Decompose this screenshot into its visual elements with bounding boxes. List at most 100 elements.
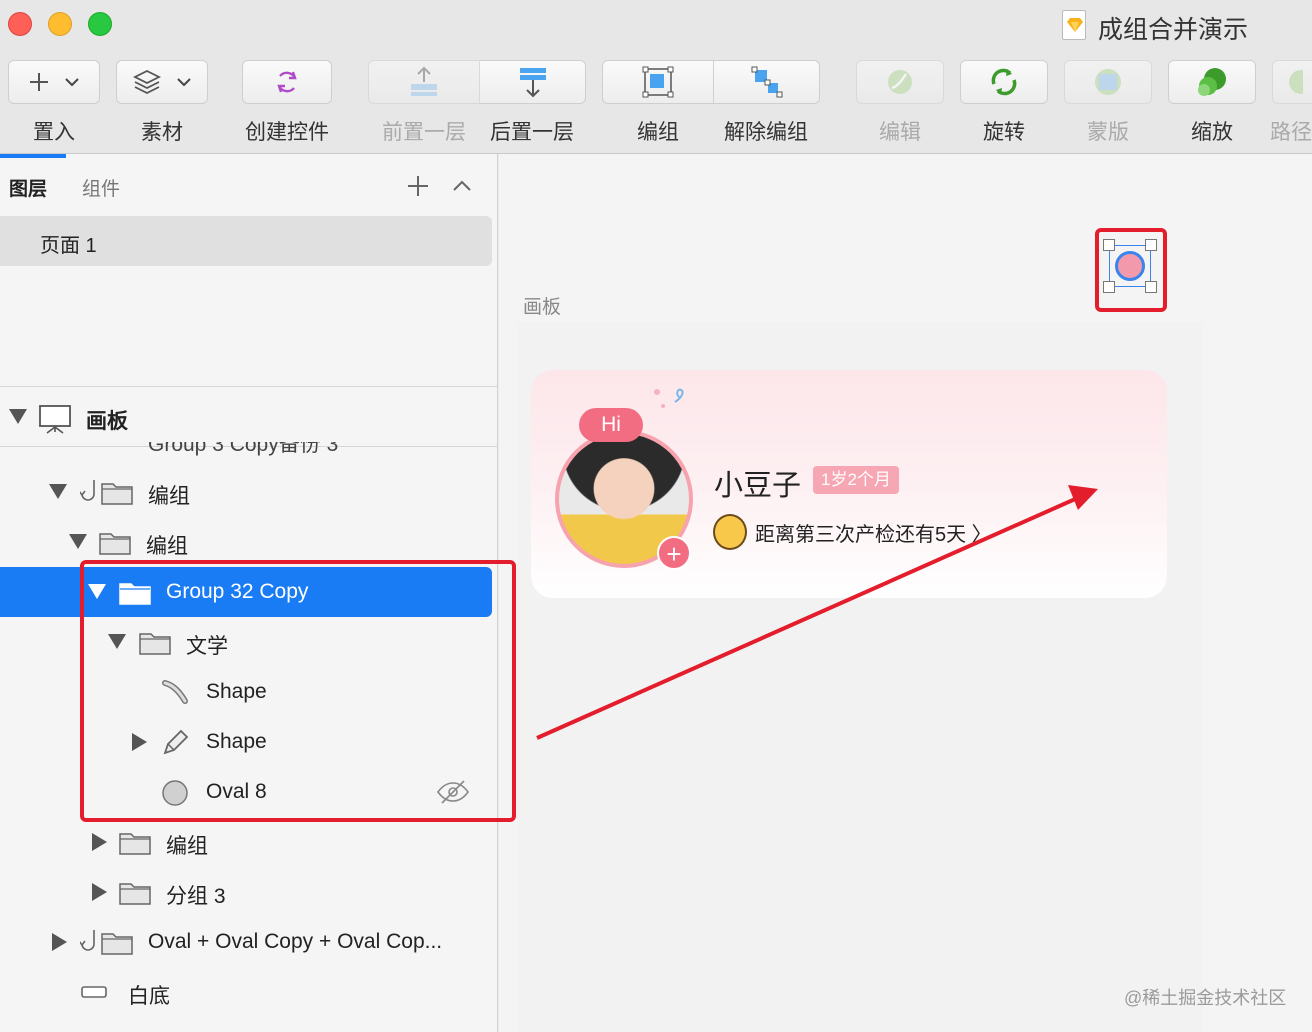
minimize-window-button[interactable] <box>48 12 72 36</box>
chevron-down-icon <box>65 78 79 87</box>
folder-icon <box>99 533 131 555</box>
add-page-plus-icon[interactable] <box>406 174 430 198</box>
group-button[interactable] <box>602 60 714 104</box>
bring-forward-label: 前置一层 <box>382 121 466 144</box>
disclosure-triangle-icon[interactable] <box>92 883 107 901</box>
disclosure-triangle-icon[interactable] <box>88 584 106 599</box>
artboard[interactable]: Hi + 小豆子 1岁2个月 距离第三次产检还有5天 〉 <box>517 322 1203 1032</box>
resize-handle[interactable] <box>1103 281 1115 293</box>
resize-handle[interactable] <box>1145 281 1157 293</box>
resize-handle[interactable] <box>1145 239 1157 251</box>
window-title: 成组合并演示 <box>1098 16 1249 44</box>
mask-label: 蒙版 <box>1087 121 1129 144</box>
assets-button[interactable] <box>116 60 208 104</box>
divider <box>0 386 497 387</box>
artboard-icon <box>39 405 71 434</box>
group-icon <box>642 66 674 98</box>
close-window-button[interactable] <box>8 12 32 36</box>
mask-indicator-icon <box>80 930 95 951</box>
resize-handle[interactable] <box>1103 239 1115 251</box>
clipped-layer-name: Group 3 Copy备份 3 <box>148 442 339 456</box>
collapse-chevron-up-icon[interactable] <box>452 174 472 198</box>
ungroup-button[interactable] <box>714 60 820 104</box>
send-backward-label: 后置一层 <box>490 121 574 144</box>
edit-button[interactable] <box>856 60 944 104</box>
add-photo-button[interactable]: + <box>657 536 691 570</box>
path-button[interactable] <box>1272 60 1312 104</box>
layer-row-white-bg[interactable]: 白底 <box>0 967 497 1017</box>
hidden-eye-icon[interactable] <box>436 778 470 806</box>
curved-shape-icon <box>162 680 188 704</box>
layer-row-shape-1[interactable]: Shape <box>0 667 497 717</box>
layer-row-group-3[interactable]: 分组 3 <box>0 867 497 917</box>
disclosure-triangle-icon[interactable] <box>49 484 67 499</box>
disclosure-triangle-icon[interactable] <box>52 933 67 951</box>
scale-button[interactable] <box>1168 60 1256 104</box>
folder-icon <box>119 833 151 855</box>
send-backward-button[interactable] <box>480 60 586 104</box>
layer-name: 文学 <box>186 635 228 658</box>
canvas[interactable]: 画板 Hi + 小豆子 1岁2个月 距离第三次产检还有5天 〉 <box>499 154 1312 1032</box>
layer-row-group-32-copy[interactable]: Group 32 Copy <box>0 567 492 617</box>
folder-icon <box>119 883 151 905</box>
rotate-button[interactable] <box>960 60 1048 104</box>
layer-name: 分组 3 <box>166 885 226 908</box>
bring-forward-icon <box>411 66 437 96</box>
disclosure-triangle-icon[interactable] <box>9 409 27 424</box>
oval-icon <box>162 780 188 806</box>
layer-name: Group 32 Copy <box>166 580 309 603</box>
folder-icon <box>139 633 171 655</box>
path-label: 路径 <box>1270 121 1312 144</box>
layer-row-ovals[interactable]: Oval + Oval Copy + Oval Cop... <box>0 917 497 967</box>
edit-pencil-icon[interactable] <box>1115 251 1145 281</box>
hi-bubble: Hi <box>579 408 643 442</box>
layer-name: Oval 8 <box>206 780 267 803</box>
watermark: @稀土掘金技术社区 <box>1124 988 1287 1008</box>
mask-button[interactable] <box>1064 60 1152 104</box>
layer-name: Oval + Oval Copy + Oval Cop... <box>148 930 443 953</box>
group-label: 编组 <box>637 121 679 144</box>
bee-mascot-icon <box>713 514 747 550</box>
edit-label: 编辑 <box>879 121 921 144</box>
layer-row-group-c[interactable]: 编组 <box>0 817 497 867</box>
layer-row-shape-2[interactable]: Shape <box>0 717 497 767</box>
age-badge: 1岁2个月 <box>813 466 899 494</box>
disclosure-triangle-icon[interactable] <box>69 534 87 549</box>
profile-card[interactable]: Hi + 小豆子 1岁2个月 距离第三次产检还有5天 〉 <box>531 370 1167 598</box>
plus-icon <box>30 73 48 91</box>
create-symbol-label: 创建控件 <box>245 121 329 144</box>
artboard-title[interactable]: 画板 <box>523 292 561 319</box>
pencil-shape-icon <box>163 729 189 755</box>
layer-row-artboard[interactable]: 画板 <box>0 392 497 442</box>
disclosure-triangle-icon[interactable] <box>132 733 147 751</box>
insert-button[interactable] <box>8 60 100 104</box>
layer-row-oval-8[interactable]: Oval 8 <box>0 767 497 817</box>
tab-layers[interactable]: 图层 <box>9 174 47 201</box>
tab-components[interactable]: 组件 <box>82 174 120 201</box>
layers-stack-icon <box>132 69 162 95</box>
checkup-countdown-link[interactable]: 距离第三次产检还有5天 〉 <box>755 518 992 547</box>
bring-forward-button[interactable] <box>368 60 480 104</box>
create-symbol-button[interactable] <box>242 60 332 104</box>
sketch-document-icon <box>1062 10 1086 40</box>
ungroup-icon <box>751 66 782 98</box>
layer-row-wenxue[interactable]: 文学 <box>0 617 497 667</box>
page-item[interactable]: 页面 1 <box>0 216 492 266</box>
layer-name: 编组 <box>148 485 190 508</box>
layer-name: 编组 <box>146 535 188 558</box>
chevron-down-icon <box>177 78 191 87</box>
mask-icon <box>1095 69 1121 95</box>
baby-name: 小豆子 <box>714 470 802 502</box>
rectangle-icon <box>81 986 107 998</box>
assets-label: 素材 <box>141 121 183 144</box>
decoration-icon <box>654 388 684 408</box>
layer-row-group-b[interactable]: 编组 <box>0 517 497 567</box>
send-backward-icon <box>519 68 546 98</box>
layer-row-group-a[interactable]: 编组 <box>0 467 497 517</box>
disclosure-triangle-icon[interactable] <box>108 634 126 649</box>
zoom-window-button[interactable] <box>88 12 112 36</box>
scale-label: 缩放 <box>1191 121 1233 144</box>
rotate-label: 旋转 <box>983 121 1025 144</box>
disclosure-triangle-icon[interactable] <box>92 833 107 851</box>
ungroup-label: 解除编组 <box>724 121 808 144</box>
